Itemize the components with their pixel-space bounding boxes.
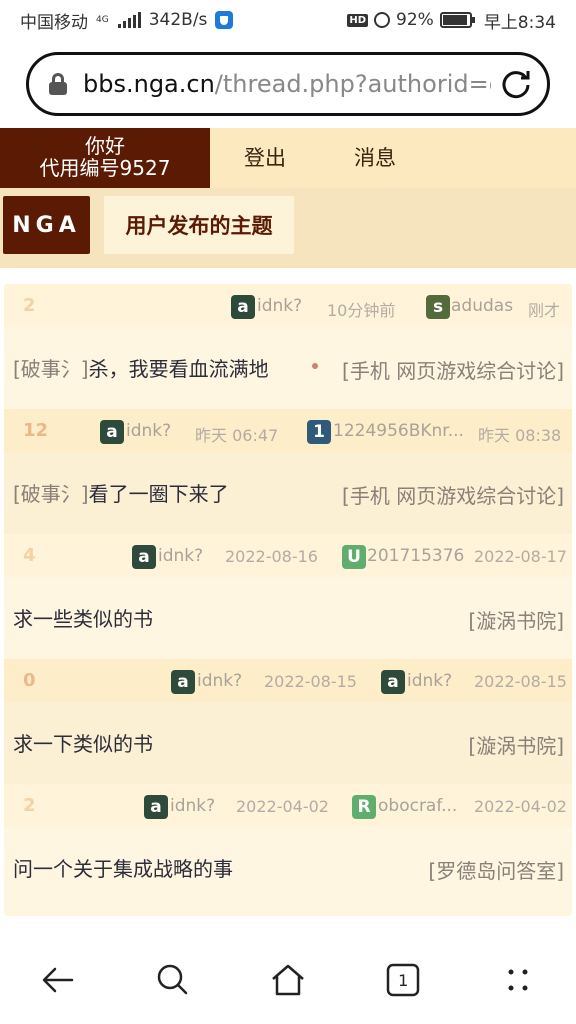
post-time: 10分钟前 [327,301,396,320]
last-reply-user[interactable]: obocraf... [378,796,457,816]
back-arrow-icon[interactable] [38,960,78,1000]
thread-list: 2 a idnk? 10分钟前 s adudas 刚才 [破事氵]杀，我要看血流… [4,284,572,916]
thread-meta: 2 a idnk? 2022-04-02 R obocraf... 2022-0… [4,784,572,827]
reply-count: 2 [23,795,36,816]
home-icon[interactable] [268,960,308,1000]
site-header: 你好 代用编号9527 登出 消息 [0,128,576,188]
more-icon[interactable] [498,960,538,1000]
user-box[interactable]: 你好 代用编号9527 [0,128,210,188]
thread-meta: 12 a idnk? 昨天 06:47 1 1224956BKnr... 昨天 … [4,409,572,452]
thread-title[interactable]: 求一些类似的书 [13,603,153,632]
author-avatar[interactable]: a [144,795,168,819]
forum-name[interactable]: [手机 网页游戏综合讨论] [342,355,564,384]
browser-bottom-nav: 1 [0,936,576,1024]
hd-icon: HD [347,13,369,27]
status-bar: 中国移动 4G 342B/s HD 92% 早上8:34 [0,0,576,40]
thread-meta: 0 a idnk? 2022-08-15 a idnk? 2022-08-15 [4,659,572,702]
last-reply-time: 2022-08-17 [474,547,567,566]
author-avatar[interactable]: a [132,545,156,569]
thread-title[interactable]: 求一下类似的书 [13,728,153,757]
post-time: 2022-08-16 [225,547,318,566]
thread-title-row[interactable]: 求一下类似的书 [漩涡书院] [4,702,572,784]
last-reply-time: 2022-04-02 [474,797,567,816]
thread-row[interactable]: 2 a idnk? 10分钟前 s adudas 刚才 [破事氵]杀，我要看血流… [4,284,572,409]
forum-name[interactable]: [漩涡书院] [468,730,564,759]
post-time: 2022-08-15 [264,672,357,691]
author-name[interactable]: idnk? [170,796,215,816]
thread-meta: 4 a idnk? 2022-08-16 U 201715376 2022-08… [4,534,572,577]
forum-name[interactable]: [手机 网页游戏综合讨论] [342,480,564,509]
thread-title-row[interactable]: 求一些类似的书 [漩涡书院] [4,577,572,659]
thread-tag: [破事氵] [13,482,89,506]
thread-row[interactable]: 2 a idnk? 2022-04-02 R obocraf... 2022-0… [4,784,572,909]
reload-icon[interactable] [499,67,533,101]
url-text[interactable]: bbs.nga.cn/thread.php?authorid=c [83,70,491,98]
author-name[interactable]: idnk? [158,546,203,566]
thread-title-row[interactable]: [破事氵]看了一圈下来了 [手机 网页游戏综合讨论] [4,452,572,534]
last-reply-user[interactable]: idnk? [407,671,452,691]
clock: 早上8:34 [483,12,556,33]
last-reply-time: 刚才 [528,301,561,320]
thread-title[interactable]: [破事氵]看了一圈下来了 [13,478,229,507]
reply-count: 4 [23,545,36,566]
reply-count: 0 [23,670,36,691]
page-title[interactable]: 用户发布的主题 [104,196,294,254]
greeting-text: 你好 [85,134,125,158]
last-reply-avatar[interactable]: 1 [307,420,331,444]
security-shield-icon [215,11,234,29]
thread-meta: 2 a idnk? 10分钟前 s adudas 刚才 [4,284,572,327]
thread-title-row[interactable]: 问一个关于集成战略的事 [罗德岛问答室] [4,827,572,909]
search-icon[interactable] [153,960,193,1000]
carrier-label: 中国移动 [20,12,88,33]
last-reply-avatar[interactable]: a [381,670,405,694]
last-reply-time: 2022-08-15 [474,672,567,691]
username-text: 代用编号9527 [39,156,171,180]
post-time: 昨天 06:47 [195,426,279,445]
new-dot-icon [312,363,318,369]
sub-header: NGA 用户发布的主题 [0,188,576,268]
last-reply-user[interactable]: 201715376 [367,546,464,566]
forum-name[interactable]: [漩涡书院] [468,605,564,634]
alarm-icon [374,12,391,28]
author-name[interactable]: idnk? [257,296,302,316]
network-type-label: 4G [96,14,109,25]
last-reply-time: 昨天 08:38 [478,426,562,445]
author-avatar[interactable]: a [100,420,124,444]
author-avatar[interactable]: a [171,670,195,694]
last-reply-avatar[interactable]: U [342,545,366,569]
battery-percent: 92% [396,10,434,30]
forum-name[interactable]: [罗德岛问答室] [428,855,564,884]
last-reply-user[interactable]: 1224956BKnr... [333,421,464,441]
author-name[interactable]: idnk? [197,671,242,691]
tabs-icon[interactable]: 1 [383,960,423,1000]
reply-count: 12 [23,420,49,441]
thread-row[interactable]: 0 a idnk? 2022-08-15 a idnk? 2022-08-15 … [4,659,572,784]
network-speed: 342B/s [148,10,208,30]
author-name[interactable]: idnk? [126,421,171,441]
messages-link[interactable]: 消息 [354,128,396,188]
thread-title[interactable]: [破事氵]杀，我要看血流满地 [13,353,269,382]
thread-row[interactable]: 12 a idnk? 昨天 06:47 1 1224956BKnr... 昨天 … [4,409,572,534]
last-reply-avatar[interactable]: s [426,295,450,319]
thread-row[interactable]: 4 a idnk? 2022-08-16 U 201715376 2022-08… [4,534,572,659]
tab-count: 1 [398,970,409,990]
post-time: 2022-04-02 [236,797,329,816]
signal-icon [117,12,141,28]
thread-title[interactable]: 问一个关于集成战略的事 [13,853,233,882]
logout-link[interactable]: 登出 [244,128,286,188]
address-bar[interactable]: bbs.nga.cn/thread.php?authorid=c [26,52,550,116]
thread-tag: [破事氵] [13,357,89,381]
last-reply-avatar[interactable]: R [352,795,376,819]
reply-count: 2 [23,295,36,316]
nga-logo[interactable]: NGA [3,196,90,254]
lock-icon [49,73,67,95]
last-reply-user[interactable]: adudas [451,296,513,316]
author-avatar[interactable]: a [231,295,255,319]
battery-icon [439,12,475,28]
thread-title-row[interactable]: [破事氵]杀，我要看血流满地 [手机 网页游戏综合讨论] [4,327,572,409]
